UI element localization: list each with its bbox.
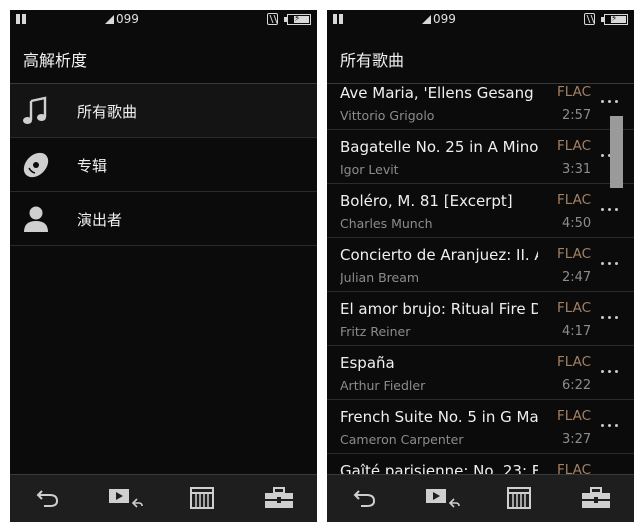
status-count: 099 (116, 12, 139, 26)
now-playing-icon[interactable] (424, 485, 460, 511)
status-bar: 099 ⚡ (10, 10, 317, 29)
header: 所有歌曲 (327, 29, 634, 84)
song-artist: Arthur Fiedler (340, 378, 426, 393)
song-format: FLAC (557, 300, 592, 316)
song-list[interactable]: Ave Maria, 'Ellens Gesang III' Vittorio … (327, 84, 634, 474)
song-artist: Vittorio Grigolo (340, 108, 435, 123)
header: 高解析度 (10, 29, 317, 84)
song-title: Bagatelle No. 25 in A Minor (340, 138, 538, 156)
home-screen: 099 ⚡ 高解析度 所有歌曲 专辑 演出者 (10, 10, 317, 522)
signal-icon (422, 15, 431, 24)
song-title: España (340, 354, 395, 372)
back-arrow-icon[interactable] (351, 485, 379, 511)
song-row[interactable]: Bagatelle No. 25 in A Minor Igor Levit F… (327, 130, 634, 184)
song-artist: Igor Levit (340, 162, 399, 177)
song-title: El amor brujo: Ritual Fire Dance (340, 300, 538, 318)
library-icon[interactable] (188, 485, 216, 511)
song-artist: Julian Bream (340, 270, 420, 285)
more-options-icon[interactable] (599, 94, 621, 110)
song-duration: 4:50 (562, 216, 592, 231)
song-duration: 6:22 (562, 378, 592, 393)
music-note-icon (23, 96, 47, 124)
disc-icon (23, 152, 49, 178)
nfc-icon (267, 13, 278, 25)
category-menu: 所有歌曲 专辑 演出者 (10, 84, 317, 246)
pause-icon (333, 14, 345, 24)
now-playing-icon[interactable] (107, 485, 143, 511)
song-row[interactable]: España Arthur Fiedler FLAC 6:22 (327, 346, 634, 400)
song-row[interactable]: El amor brujo: Ritual Fire Dance Fritz R… (327, 292, 634, 346)
song-title: Concierto de Aranjuez: II. Adagio (340, 246, 538, 264)
page-title: 所有歌曲 (340, 51, 405, 70)
song-title: French Suite No. 5 in G Major (340, 408, 538, 426)
status-count: 099 (433, 12, 456, 26)
scrollbar-thumb[interactable] (610, 116, 623, 188)
more-options-icon[interactable] (599, 256, 621, 272)
song-row[interactable]: Boléro, M. 81 [Excerpt] Charles Munch FL… (327, 184, 634, 238)
person-icon (24, 206, 48, 232)
song-format: FLAC (557, 192, 592, 208)
menu-item-albums[interactable]: 专辑 (10, 138, 317, 192)
song-title: Boléro, M. 81 [Excerpt] (340, 192, 513, 210)
song-row[interactable]: Ave Maria, 'Ellens Gesang III' Vittorio … (327, 84, 634, 130)
bottom-toolbar (327, 474, 634, 522)
song-title: Ave Maria, 'Ellens Gesang III' (340, 84, 538, 102)
all-songs-screen: 099 ⚡ 所有歌曲 Ave Maria, 'Ellens Gesang III… (327, 10, 634, 522)
song-row[interactable]: Concierto de Aranjuez: II. Adagio Julian… (327, 238, 634, 292)
more-options-icon[interactable] (599, 364, 621, 380)
song-format: FLAC (557, 138, 592, 154)
song-duration: 3:31 (562, 162, 592, 177)
menu-item-label: 所有歌曲 (77, 103, 138, 121)
more-options-icon[interactable] (599, 310, 621, 326)
menu-item-label: 演出者 (77, 211, 123, 229)
battery-icon: ⚡ (284, 14, 311, 25)
library-icon[interactable] (505, 485, 533, 511)
song-row[interactable]: Gaîté parisienne: No. 23: Barcarolle FLA… (327, 454, 634, 474)
song-artist: Cameron Carpenter (340, 432, 464, 447)
toolbox-icon[interactable] (263, 485, 295, 511)
more-options-icon[interactable] (599, 202, 621, 218)
menu-item-all-songs[interactable]: 所有歌曲 (10, 84, 317, 138)
toolbox-icon[interactable] (580, 485, 612, 511)
song-artist: Fritz Reiner (340, 324, 411, 339)
song-duration: 4:17 (562, 324, 592, 339)
bottom-toolbar (10, 474, 317, 522)
nfc-icon (584, 13, 595, 25)
song-format: FLAC (557, 84, 592, 100)
status-bar: 099 ⚡ (327, 10, 634, 29)
back-arrow-icon[interactable] (34, 485, 62, 511)
menu-item-label: 专辑 (77, 157, 108, 175)
song-duration: 2:57 (562, 108, 592, 123)
song-format: FLAC (557, 408, 592, 424)
page-title: 高解析度 (23, 51, 88, 70)
song-title: Gaîté parisienne: No. 23: Barcarolle (340, 462, 538, 474)
song-format: FLAC (557, 462, 592, 474)
song-row[interactable]: French Suite No. 5 in G Major Cameron Ca… (327, 400, 634, 454)
pause-icon (16, 14, 28, 24)
song-duration: 2:47 (562, 270, 592, 285)
song-artist: Charles Munch (340, 216, 433, 231)
song-format: FLAC (557, 246, 592, 262)
battery-icon: ⚡ (601, 14, 628, 25)
song-duration: 3:27 (562, 432, 592, 447)
menu-item-artists[interactable]: 演出者 (10, 192, 317, 246)
song-format: FLAC (557, 354, 592, 370)
more-options-icon[interactable] (599, 418, 621, 434)
signal-icon (105, 15, 114, 24)
